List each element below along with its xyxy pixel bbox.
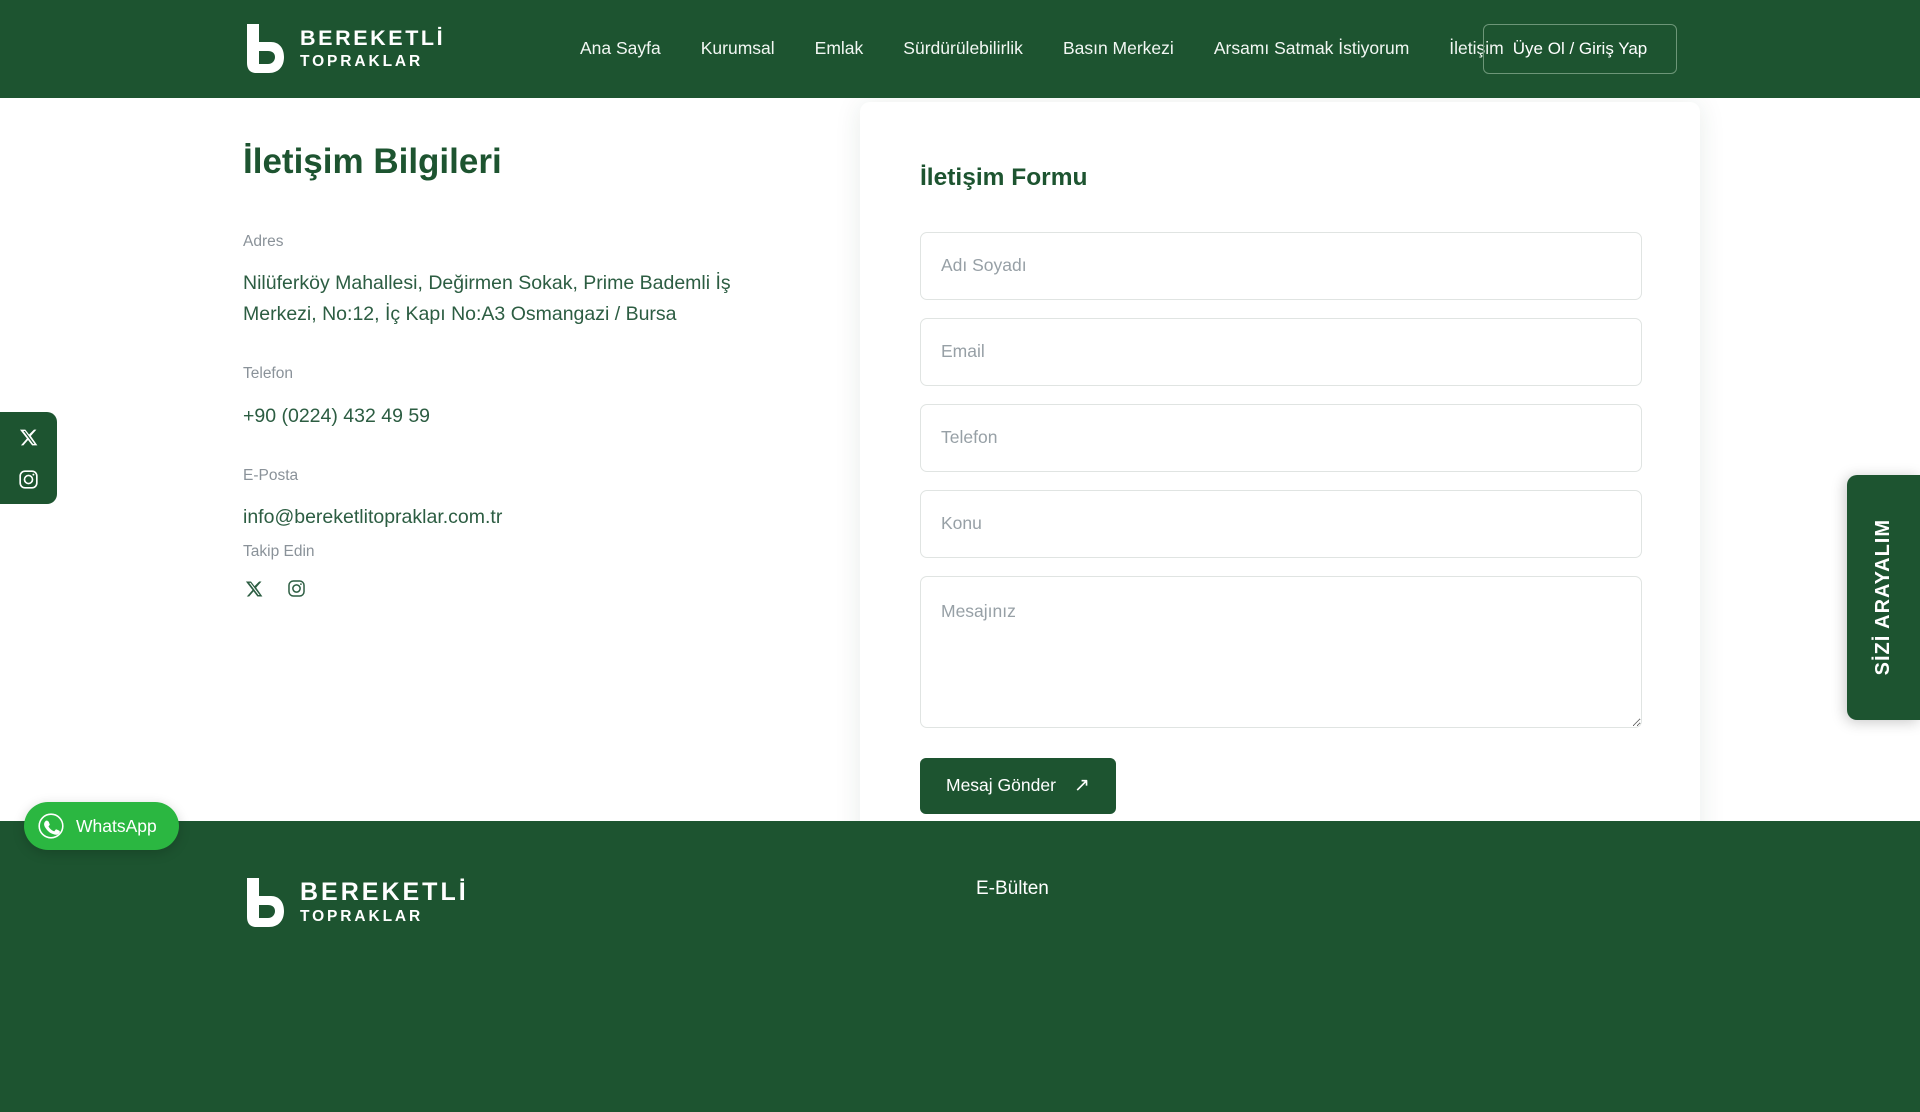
- email-input[interactable]: [920, 317, 1642, 386]
- request-callback-label: SİZİ ARAYALIM: [1872, 519, 1894, 676]
- email-block: E-Posta info@bereketlitopraklar.com.tr: [243, 465, 803, 533]
- whatsapp-label: WhatsApp: [76, 815, 157, 836]
- footer-logo-text-primary: BEREKETLİ: [300, 878, 469, 907]
- dock-instagram-icon[interactable]: [18, 468, 40, 490]
- site-header: BEREKETLİ TOPRAKLAR Ana Sayfa Kurumsal E…: [0, 0, 1920, 98]
- nav-item-surdurulebilirlik[interactable]: Sürdürülebilirlik: [883, 40, 1043, 58]
- send-message-button[interactable]: Mesaj Gönder ↗: [920, 757, 1116, 814]
- address-block: Adres Nilüferköy Mahallesi, Değirmen Sok…: [243, 231, 803, 329]
- subject-input[interactable]: [920, 489, 1642, 558]
- social-links-row: [243, 578, 803, 600]
- request-callback-tab[interactable]: SİZİ ARAYALIM: [1847, 475, 1920, 720]
- form-title: İletişim Formu: [920, 164, 1088, 191]
- whatsapp-float-button[interactable]: WhatsApp: [24, 802, 179, 850]
- x-twitter-glyph: [19, 429, 38, 445]
- floating-social-dock: [0, 412, 57, 504]
- phone-block: Telefon +90 (0224) 432 49 59: [243, 363, 803, 431]
- nav-item-ana-sayfa[interactable]: Ana Sayfa: [560, 40, 681, 58]
- address-value: Nilüferköy Mahallesi, Değirmen Sokak, Pr…: [243, 272, 731, 325]
- phone-value[interactable]: +90 (0224) 432 49 59: [243, 401, 753, 431]
- address-label: Adres: [243, 232, 284, 250]
- message-textarea[interactable]: [920, 575, 1642, 728]
- phone-label: Telefon: [243, 364, 293, 382]
- contact-info-section: İletişim Bilgileri Adres Nilüferköy Maha…: [243, 140, 803, 600]
- phone-input[interactable]: [920, 403, 1642, 472]
- footer-logo-text-secondary: TOPRAKLAR: [300, 908, 424, 926]
- footer-logo[interactable]: BEREKETLİ TOPRAKLAR: [243, 876, 469, 929]
- footer-logo-mark: [247, 878, 284, 927]
- email-label: E-Posta: [243, 466, 299, 484]
- follow-label: Takip Edin: [243, 542, 315, 560]
- instagram-glyph: [19, 469, 38, 489]
- nav-item-kurumsal[interactable]: Kurumsal: [681, 40, 795, 58]
- newsletter-title: E-Bülten: [976, 878, 1049, 899]
- full-name-input[interactable]: [920, 231, 1642, 300]
- arrow-up-right-icon: ↗: [1073, 775, 1090, 797]
- logo-text-secondary: TOPRAKLAR: [300, 52, 424, 70]
- instagram-icon[interactable]: [285, 578, 307, 600]
- bereketli-logo-mark: [247, 24, 284, 73]
- instagram-glyph: [287, 580, 305, 597]
- logo-text-primary: BEREKETLİ: [300, 26, 446, 50]
- whatsapp-icon: [38, 813, 64, 839]
- x-twitter-icon[interactable]: [243, 578, 265, 600]
- dock-x-twitter-icon[interactable]: [18, 426, 40, 448]
- email-value[interactable]: info@bereketlitopraklar.com.tr: [243, 506, 502, 528]
- primary-navigation: Ana Sayfa Kurumsal Emlak Sürdürülebilirl…: [560, 0, 1524, 98]
- page-title: İletişim Bilgileri: [243, 142, 502, 181]
- nav-item-emlak[interactable]: Emlak: [795, 40, 884, 58]
- site-footer: BEREKETLİ TOPRAKLAR E-Bülten: [0, 821, 1920, 1112]
- site-logo[interactable]: BEREKETLİ TOPRAKLAR: [243, 22, 445, 75]
- x-twitter-glyph: [245, 581, 263, 597]
- send-message-label: Mesaj Gönder: [946, 775, 1056, 796]
- nav-item-basin-merkezi[interactable]: Basın Merkezi: [1043, 40, 1194, 58]
- nav-item-arsami-satmak-istiyorum[interactable]: Arsamı Satmak İstiyorum: [1194, 40, 1429, 58]
- login-register-button[interactable]: Üye Ol / Giriş Yap: [1483, 24, 1677, 74]
